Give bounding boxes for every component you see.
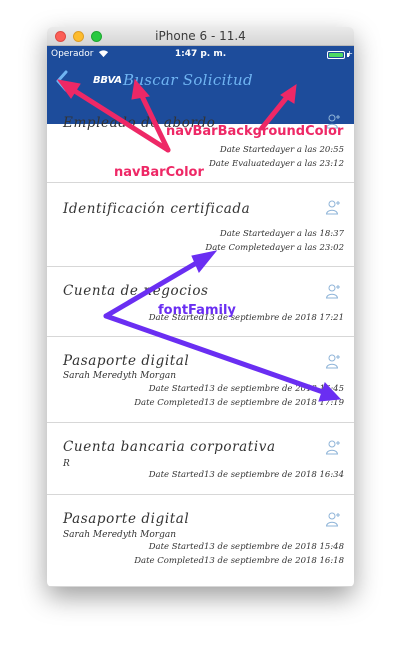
cell-date: Date Startedayer a las 20:55 [219, 145, 344, 155]
list-item[interactable]: Pasaporte digital Sarah Meredyth Morgan Da… [47, 337, 354, 423]
list-item[interactable]: Cuenta de negocios Date Started13 de sept… [47, 267, 354, 337]
cell-title: Cuenta de negocios [63, 283, 209, 299]
cell-title: Pasaporte digital [63, 353, 190, 369]
annotation-navbar-color: navBarColor [114, 165, 204, 180]
request-list: Empleado de abordo Date Startedayer a las… [47, 0, 354, 587]
cell-subtitle: Sarah Meredyth Morgan [63, 371, 177, 381]
annotation-font-family: fontFamily [158, 303, 236, 318]
cell-title: Identificación certificada [63, 201, 251, 217]
cell-date: Date Completed13 de septiembre de 2018 1… [134, 556, 344, 566]
cell-subtitle: Sarah Meredyth Morgan [63, 530, 177, 540]
cell-date: Date Startedayer a las 18:37 [219, 229, 344, 239]
cell-date: Date Completedayer a las 23:02 [205, 243, 344, 253]
cell-date: Date Started13 de septiembre de 2018 15:… [148, 542, 344, 552]
screenshot-stage: iPhone 6 - 11.4 Operador 1:47 p. m. + BB… [0, 0, 400, 657]
annotation-navbar-background-color: navBarBackgroundColor [166, 124, 344, 139]
cell-title: Pasaporte digital [63, 511, 190, 527]
cell-date: Date Evaluatedayer a las 23:12 [208, 159, 344, 169]
person-add-icon[interactable] [325, 283, 341, 299]
person-add-icon[interactable] [325, 439, 341, 455]
cell-title: Cuenta bancaria corporativa [63, 439, 276, 455]
person-add-icon[interactable] [325, 511, 341, 527]
list-item[interactable]: Cuenta bancaria corporativa R Date Started… [47, 423, 354, 495]
cell-date: Date Started13 de septiembre de 2018 16:… [148, 384, 344, 394]
cell-subtitle: R [63, 459, 70, 469]
person-add-icon[interactable] [325, 353, 341, 369]
list-item[interactable]: Pasaporte digital Sarah Meredyth Morgan Da… [47, 495, 354, 587]
cell-date: Date Started13 de septiembre de 2018 16:… [148, 470, 344, 480]
list-item[interactable]: Identificación certificada Date Starteday… [47, 183, 354, 267]
cell-date: Date Completed13 de septiembre de 2018 1… [134, 398, 344, 408]
person-add-icon[interactable] [325, 199, 341, 215]
